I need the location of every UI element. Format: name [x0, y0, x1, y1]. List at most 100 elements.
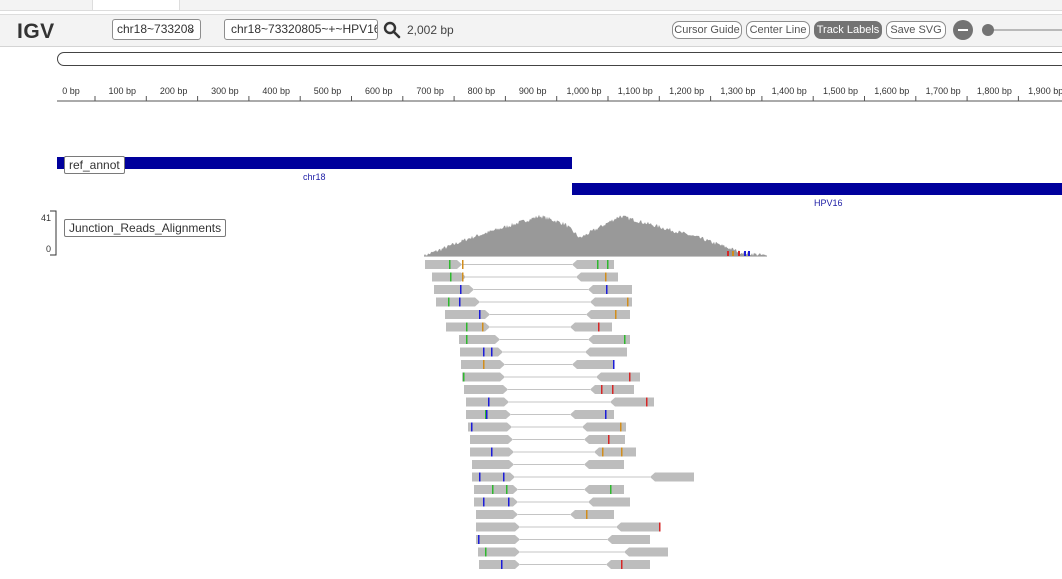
read-segment-left[interactable]	[466, 410, 511, 419]
read-mismatch-mark	[492, 485, 494, 494]
zoom-out-icon[interactable]	[953, 20, 973, 40]
read-segment-right[interactable]	[588, 497, 630, 507]
read-segment-right[interactable]	[570, 510, 614, 519]
zoom-slider-rail	[988, 29, 1062, 31]
read-segment-right[interactable]	[596, 372, 640, 382]
read-segment-left[interactable]	[476, 535, 520, 544]
read-mismatch-mark	[605, 272, 607, 282]
read-segment-right[interactable]	[585, 347, 627, 357]
read-segment-right[interactable]	[584, 435, 625, 444]
read-segment-right[interactable]	[607, 535, 650, 544]
coverage-area	[424, 214, 767, 256]
ruler-tick-label: 500 bp	[314, 86, 342, 96]
read-mismatch-mark	[501, 560, 503, 569]
coverage-mismatch-mark	[738, 251, 740, 256]
read-segment-right[interactable]	[624, 547, 668, 557]
chevron-down-icon: ⌄	[187, 24, 196, 35]
read-segment-right[interactable]	[590, 297, 632, 307]
read-mismatch-mark	[488, 397, 490, 407]
zoom-slider[interactable]	[982, 23, 1062, 37]
read-segment-left[interactable]	[462, 372, 505, 382]
read-mismatch-mark	[482, 322, 484, 332]
read-mismatch-mark	[608, 435, 610, 444]
read-segment-right[interactable]	[650, 472, 694, 482]
ruler-tick-label: 1,200 bp	[669, 86, 704, 96]
read-segment-right[interactable]	[586, 310, 630, 319]
read-mismatch-mark	[629, 372, 631, 382]
zoom-slider-knob[interactable]	[982, 24, 994, 36]
read-segment-right[interactable]	[584, 485, 624, 494]
read-segment-left[interactable]	[470, 435, 513, 444]
read-segment-right[interactable]	[588, 285, 632, 294]
read-segment-left[interactable]	[474, 485, 518, 494]
ruler-tick-label: 1,400 bp	[772, 86, 807, 96]
read-segment-left[interactable]	[432, 272, 466, 282]
read-segment-left[interactable]	[474, 497, 518, 507]
read-segment-left[interactable]	[479, 560, 520, 569]
read-mismatch-mark	[462, 272, 464, 282]
read-segment-right[interactable]	[594, 447, 636, 457]
ruler-tick-label: 100 bp	[109, 86, 137, 96]
coverage-histogram[interactable]	[0, 205, 1062, 257]
read-mismatch-mark	[462, 260, 464, 269]
search-icon[interactable]	[383, 21, 401, 39]
track-label-ref-annot: ref_annot	[64, 156, 125, 174]
read-segment-right[interactable]	[588, 335, 630, 344]
read-segment-left[interactable]	[445, 310, 490, 319]
read-segment-left[interactable]	[476, 510, 518, 519]
read-mismatch-mark	[449, 260, 451, 269]
center-line-button[interactable]: Center Line	[746, 21, 810, 39]
read-segment-left[interactable]	[464, 385, 508, 394]
ruler-tick-label: 700 bp	[416, 86, 444, 96]
coverage-mismatch-mark	[748, 251, 750, 256]
ruler-tick-label: 1,000 bp	[566, 86, 601, 96]
read-segment-left[interactable]	[434, 285, 474, 294]
read-segment-right[interactable]	[616, 522, 660, 532]
read-segment-left[interactable]	[460, 347, 503, 357]
read-mismatch-mark	[598, 322, 600, 332]
read-segment-left[interactable]	[478, 547, 520, 557]
read-segment-right[interactable]	[576, 272, 618, 282]
alignment-reads[interactable]	[0, 258, 1062, 579]
read-segment-right[interactable]	[570, 410, 614, 419]
read-mismatch-mark	[448, 297, 450, 307]
coverage-mismatch-mark	[727, 251, 729, 256]
read-mismatch-mark	[605, 410, 607, 419]
ruler-tick-label: 1,600 bp	[874, 86, 909, 96]
cursor-guide-button[interactable]: Cursor Guide	[672, 21, 742, 39]
read-mismatch-mark	[471, 422, 473, 432]
read-mismatch-mark	[624, 335, 626, 344]
save-svg-button[interactable]: Save SVG	[886, 21, 946, 39]
feature-hpv16[interactable]	[572, 183, 1062, 195]
chromosome-select[interactable]: chr18~733208 ⌄	[112, 19, 201, 40]
read-segment-right[interactable]	[572, 360, 614, 369]
read-segment-left[interactable]	[425, 260, 462, 269]
read-mismatch-mark	[450, 272, 452, 282]
read-segment-right[interactable]	[582, 422, 626, 432]
read-segment-left[interactable]	[468, 422, 512, 432]
read-mismatch-mark	[613, 360, 615, 369]
read-segment-right[interactable]	[570, 322, 612, 332]
read-segment-right[interactable]	[584, 460, 624, 469]
read-segment-left[interactable]	[472, 460, 514, 469]
chromosome-ideogram[interactable]	[57, 52, 1062, 66]
ruler-tick-label: 1,700 bp	[926, 86, 961, 96]
read-segment-left[interactable]	[466, 397, 509, 407]
locus-search-input[interactable]: chr18~73320805~+~HPV16~	[224, 19, 378, 40]
read-mismatch-mark	[506, 485, 508, 494]
read-segment-left[interactable]	[476, 522, 520, 532]
read-mismatch-mark	[483, 497, 485, 507]
read-mismatch-mark	[621, 560, 623, 569]
read-segment-right[interactable]	[606, 560, 650, 569]
read-segment-left[interactable]	[459, 335, 500, 344]
read-segment-left[interactable]	[472, 472, 515, 482]
igv-navbar: IGV chr18~733208 ⌄ chr18~73320805~+~HPV1…	[0, 14, 1062, 47]
track-labels-button[interactable]: Track Labels	[814, 21, 882, 39]
read-segment-left[interactable]	[436, 297, 480, 307]
feature-chr18[interactable]	[57, 157, 572, 169]
browser-tab[interactable]	[92, 0, 180, 10]
coverage-mismatch-mark	[744, 251, 746, 256]
read-mismatch-mark	[612, 385, 614, 394]
read-mismatch-mark	[606, 285, 608, 294]
read-mismatch-mark	[479, 472, 481, 482]
